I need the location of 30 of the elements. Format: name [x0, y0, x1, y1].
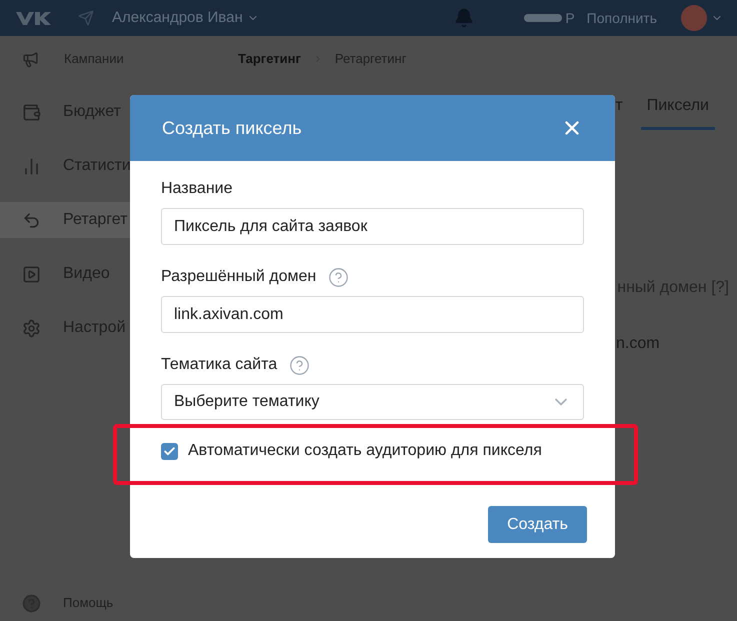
topic-select[interactable]: Выберите тематику — [161, 384, 584, 420]
top-up-link[interactable]: Пополнить — [586, 8, 657, 28]
check-icon — [163, 444, 176, 458]
megaphone-icon — [22, 50, 39, 68]
undo-arrow-icon — [22, 210, 41, 230]
breadcrumb[interactable]: Таргетинг — [238, 49, 301, 69]
sidebar-item[interactable]: Ретаргет — [0, 202, 130, 238]
help-icon — [22, 594, 41, 612]
field-label: Тематика сайта — [161, 355, 278, 375]
dialog-title: Создать пиксель — [162, 116, 302, 140]
checkbox-label[interactable]: Автоматически создать аудиторию для пикселя — [188, 439, 542, 463]
help-icon[interactable] — [328, 266, 350, 288]
gear-icon — [22, 318, 41, 338]
logo-icon[interactable] — [14, 10, 52, 26]
user-name[interactable]: Александров Иван — [112, 6, 243, 30]
field-label: Название — [161, 179, 232, 199]
field-label: Разрешённый домен — [161, 267, 316, 287]
play-icon — [22, 264, 41, 284]
bar-chart-icon — [22, 156, 41, 176]
text-field[interactable]: Пиксель для сайта заявок — [161, 208, 584, 245]
create-button[interactable]: Создать — [488, 506, 587, 543]
bell-icon[interactable] — [454, 8, 474, 28]
wallet-icon — [22, 102, 41, 122]
avatar[interactable] — [681, 5, 707, 31]
text-field[interactable]: link.axivan.com — [161, 296, 584, 333]
send-icon[interactable] — [78, 10, 94, 26]
currency-sign: Р — [565, 8, 575, 28]
balance-amount — [524, 14, 562, 22]
help-icon[interactable] — [289, 354, 310, 376]
checkbox[interactable] — [161, 442, 178, 460]
